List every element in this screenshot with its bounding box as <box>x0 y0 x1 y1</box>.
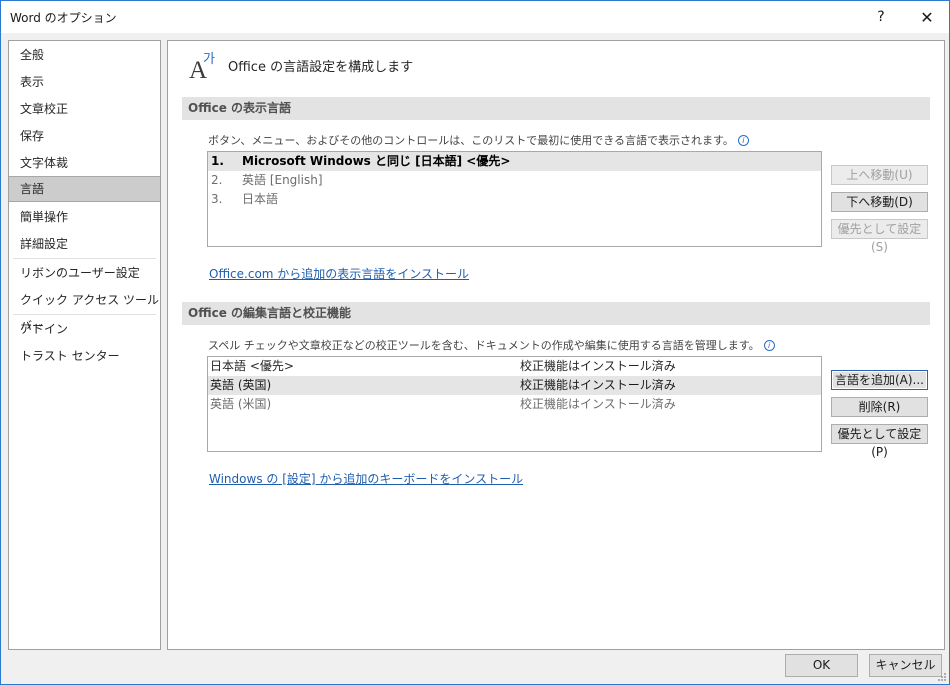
nav-item-display[interactable]: 表示 <box>9 69 160 95</box>
nav-item-proofing[interactable]: 文章校正 <box>9 96 160 122</box>
category-nav: 全般 表示 文章校正 保存 文字体裁 言語 簡単操作 詳細設定 リボンのユーザー… <box>8 40 161 650</box>
list-item[interactable]: 3. 日本語 <box>208 190 821 209</box>
nav-item-accessibility[interactable]: 簡単操作 <box>9 204 160 230</box>
display-language-section-title: Office の表示言語 <box>182 97 930 120</box>
title-bar: Word のオプション ? ✕ <box>1 1 949 33</box>
nav-item-general[interactable]: 全般 <box>9 42 160 68</box>
nav-item-save[interactable]: 保存 <box>9 123 160 149</box>
proofing-status: 校正機能はインストール済み <box>520 378 676 392</box>
nav-item-customize-ribbon[interactable]: リボンのユーザー設定 <box>9 260 160 286</box>
list-item-name: Microsoft Windows と同じ [日本語] <優先> <box>242 154 511 168</box>
options-dialog: Word のオプション ? ✕ 全般 表示 文章校正 保存 文字体裁 言語 簡単… <box>0 0 950 685</box>
display-language-description-text: ボタン、メニュー、およびその他のコントロールは、このリストで最初に使用できる言語… <box>208 134 734 147</box>
nav-item-typography[interactable]: 文字体裁 <box>9 150 160 176</box>
nav-divider <box>13 314 156 315</box>
editing-language-description: スペル チェックや文章校正などの校正ツールを含む、ドキュメントの作成や編集に使用… <box>208 337 775 353</box>
list-item-number: 1. <box>211 154 224 168</box>
nav-item-quick-access-toolbar[interactable]: クイック アクセス ツール バー <box>9 287 160 333</box>
move-up-button[interactable]: 上へ移動(U) <box>831 165 928 185</box>
display-language-list[interactable]: 1. Microsoft Windows と同じ [日本語] <優先> 2. 英… <box>207 151 822 247</box>
language-name: 英語 (英国) <box>210 378 272 392</box>
nav-item-advanced[interactable]: 詳細設定 <box>9 231 160 257</box>
list-item-name: 日本語 <box>242 192 279 206</box>
nav-divider <box>13 258 156 259</box>
table-row[interactable]: 日本語 <優先> 校正機能はインストール済み <box>208 357 821 376</box>
page-heading: Office の言語設定を構成します <box>228 60 414 75</box>
language-icon: A 가 <box>189 52 215 80</box>
editing-language-section-title: Office の編集言語と校正機能 <box>182 302 930 325</box>
nav-item-trust-center[interactable]: トラスト センター <box>9 343 160 369</box>
info-icon[interactable]: i <box>737 135 749 146</box>
proofing-status: 校正機能はインストール済み <box>520 359 676 373</box>
cancel-button[interactable]: キャンセル <box>869 654 942 677</box>
display-language-description: ボタン、メニュー、およびその他のコントロールは、このリストで最初に使用できる言語… <box>208 132 749 148</box>
main-panel: A 가 Office の言語設定を構成します Office の表示言語 ボタン、… <box>167 40 945 650</box>
set-preferred-display-button[interactable]: 優先として設定(S) <box>831 219 928 254</box>
editing-language-description-text: スペル チェックや文章校正などの校正ツールを含む、ドキュメントの作成や編集に使用… <box>208 339 760 352</box>
ok-button[interactable]: OK <box>785 654 858 677</box>
close-button[interactable]: ✕ <box>905 1 949 33</box>
list-item[interactable]: 2. 英語 [English] <box>208 171 821 190</box>
nav-item-language[interactable]: 言語 <box>9 176 160 202</box>
language-name: 日本語 <優先> <box>210 359 294 373</box>
add-language-button[interactable]: 言語を追加(A)... <box>831 370 928 390</box>
install-keyboard-link[interactable]: Windows の [設定] から追加のキーボードをインストール <box>209 470 523 487</box>
svg-text:가: 가 <box>203 52 215 67</box>
editing-language-list[interactable]: 日本語 <優先> 校正機能はインストール済み 英語 (英国) 校正機能はインスト… <box>207 356 822 452</box>
window-title: Word のオプション <box>10 11 117 25</box>
help-button[interactable]: ? <box>859 1 903 33</box>
remove-language-button[interactable]: 削除(R) <box>831 397 928 417</box>
resize-grip-icon[interactable] <box>937 672 947 682</box>
move-down-button[interactable]: 下へ移動(D) <box>831 192 928 212</box>
list-item-name: 英語 [English] <box>242 173 323 187</box>
proofing-status: 校正機能はインストール済み <box>520 397 676 411</box>
nav-item-addins[interactable]: アドイン <box>9 316 160 342</box>
install-display-language-link[interactable]: Office.com から追加の表示言語をインストール <box>209 265 469 282</box>
list-item[interactable]: 1. Microsoft Windows と同じ [日本語] <優先> <box>208 152 821 171</box>
info-icon[interactable]: i <box>763 340 775 351</box>
set-preferred-editing-button[interactable]: 優先として設定(P) <box>831 424 928 459</box>
table-row[interactable]: 英語 (英国) 校正機能はインストール済み <box>208 376 821 395</box>
table-row[interactable]: 英語 (米国) 校正機能はインストール済み <box>208 395 821 414</box>
list-item-number: 3. <box>211 192 223 206</box>
list-item-number: 2. <box>211 173 223 187</box>
language-name: 英語 (米国) <box>210 397 272 411</box>
